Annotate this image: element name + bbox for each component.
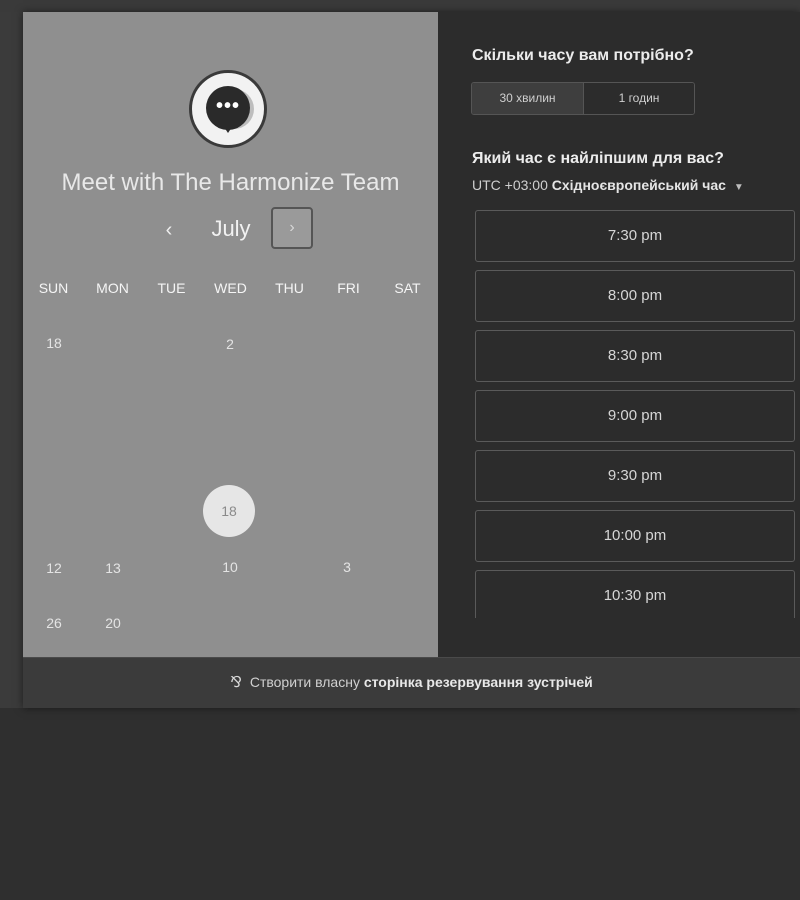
calendar-day[interactable]: 18: [34, 335, 74, 351]
timezone-name: Східноєвропейський час: [551, 177, 726, 193]
weekday-sun: SUN: [38, 280, 69, 296]
month-label: July: [211, 216, 251, 241]
month-navigation: ‹ July ›: [23, 207, 438, 254]
page-background: [0, 12, 23, 708]
duration-60-button[interactable]: 1 годин: [584, 83, 694, 114]
sprocket-icon: ⅋: [230, 674, 242, 691]
footer-prefix: Створити власну: [249, 674, 360, 690]
time-slot-button[interactable]: 9:00 pm: [475, 390, 795, 442]
calendar-day[interactable]: 3: [327, 559, 367, 575]
footer-bar: ⅋ Створити власну сторінка резервування …: [23, 657, 800, 708]
time-slot-button[interactable]: 8:00 pm: [475, 270, 795, 322]
calendar-day[interactable]: 12: [34, 560, 74, 576]
weekday-mon: MON: [96, 280, 129, 296]
calendar-day[interactable]: 2: [210, 336, 250, 352]
time-question: Який час є найліпшим для вас?: [472, 150, 724, 167]
footer-link[interactable]: сторінка резервування зустрічей: [364, 674, 593, 690]
prev-month-button[interactable]: ‹: [153, 212, 185, 248]
calendar-panel: ••• Meet with The Harmonize Team ‹ July …: [23, 12, 438, 657]
calendar-day[interactable]: 26: [34, 615, 74, 631]
time-selection-panel: Скільки часу вам потрібно? 30 хвилин 1 г…: [438, 12, 800, 657]
timezone-selector[interactable]: UTC +03:00 Східноєвропейський час ▼: [472, 177, 744, 193]
time-slot-button[interactable]: 7:30 pm: [475, 210, 795, 262]
weekday-wed: WED: [214, 280, 247, 296]
caret-down-icon: ▼: [733, 182, 744, 193]
weekday-tue: TUE: [157, 280, 186, 296]
next-month-button[interactable]: ›: [271, 207, 313, 249]
duration-30-button[interactable]: 30 хвилин: [472, 83, 584, 114]
calendar-day[interactable]: 10: [210, 559, 250, 575]
booking-widget: ••• Meet with The Harmonize Team ‹ July …: [23, 12, 800, 708]
weekday-sat: SAT: [394, 280, 421, 296]
team-avatar: •••: [189, 70, 267, 148]
calendar-day[interactable]: 20: [93, 615, 133, 631]
weekday-thu: THU: [275, 280, 304, 296]
time-slot-button[interactable]: 8:30 pm: [475, 330, 795, 382]
timezone-offset: UTC +03:00: [472, 177, 548, 193]
calendar-day-selected[interactable]: 18: [203, 485, 255, 537]
calendar-day[interactable]: 13: [93, 560, 133, 576]
time-slot-button[interactable]: 10:00 pm: [475, 510, 795, 562]
time-slot-button[interactable]: 10:30 pm: [475, 570, 795, 618]
duration-toggle: 30 хвилин 1 годин: [471, 82, 695, 115]
duration-question: Скільки часу вам потрібно?: [472, 47, 694, 64]
time-slot-list: 7:30 pm 8:00 pm 8:30 pm 9:00 pm 9:30 pm …: [475, 210, 800, 618]
time-slot-button[interactable]: 9:30 pm: [475, 450, 795, 502]
meeting-title: Meet with The Harmonize Team: [61, 169, 400, 196]
weekday-fri: FRI: [337, 280, 360, 296]
dots-icon: •••: [215, 95, 240, 117]
top-bar: [0, 0, 800, 12]
